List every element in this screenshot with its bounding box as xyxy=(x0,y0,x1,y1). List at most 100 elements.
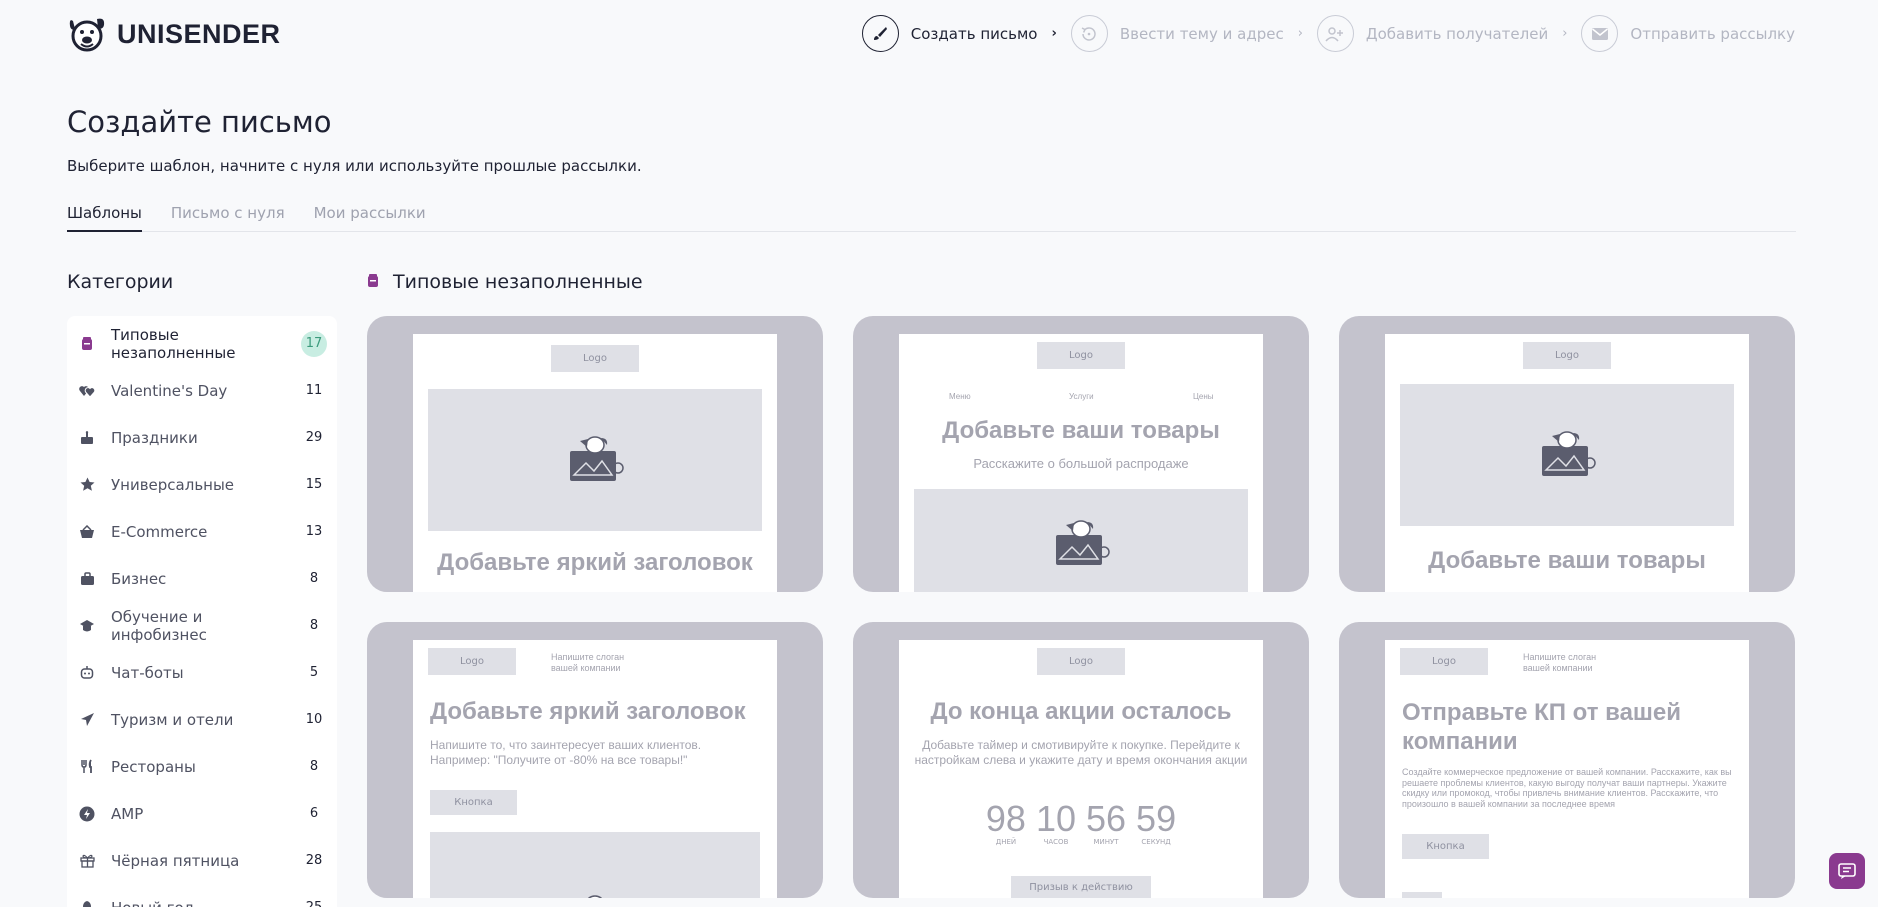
category-label: Чёрная пятница xyxy=(111,851,240,870)
category-item[interactable]: AMP 6 xyxy=(67,790,337,837)
category-count: 17 xyxy=(301,330,327,357)
category-item[interactable]: Типовые незаполненные 17 xyxy=(67,320,337,367)
template-title: Добавьте яркий заголовок xyxy=(430,698,746,725)
dog-logo-icon xyxy=(69,18,105,52)
step-label: Добавить получателей xyxy=(1365,24,1549,43)
category-item[interactable]: Valentine's Day 11 xyxy=(67,367,337,414)
step-label: Отправить рассылку xyxy=(1630,24,1795,43)
bell-icon xyxy=(79,900,95,907)
template-card[interactable]: Logo Напишите слоган вашей компании Отпр… xyxy=(1339,622,1795,898)
template-title: Добавьте ваши товары xyxy=(942,417,1220,444)
chevron-right-icon: › xyxy=(1562,26,1568,41)
star-icon xyxy=(79,477,95,493)
template-slogan: Напишите слоган вашей компании xyxy=(1523,652,1597,673)
step-send-campaign[interactable]: Отправить рассылку xyxy=(1581,15,1795,52)
template-card[interactable]: Logo Меню Услуги Цены Добавьте ваши това… xyxy=(853,316,1309,592)
image-placeholder xyxy=(430,832,760,898)
logo-placeholder: Logo xyxy=(428,648,516,675)
category-label: Туризм и отели xyxy=(111,710,234,729)
image-placeholder-icon xyxy=(1542,431,1596,476)
tab-my-campaigns[interactable]: Мои рассылки xyxy=(314,204,426,231)
logo-placeholder: Logo xyxy=(1037,342,1125,369)
template-button: Кнопка xyxy=(430,790,517,815)
logo-placeholder: Logo xyxy=(1037,648,1125,675)
chat-button[interactable] xyxy=(1829,853,1865,889)
categories-list: Типовые незаполненные 17 Valentine's Day… xyxy=(67,316,337,907)
add-user-icon xyxy=(1316,15,1354,52)
page-subtitle: Выберите шаблон, начните с нуля или испо… xyxy=(67,157,642,175)
template-card[interactable]: Logo До конца акции осталось Добавьте та… xyxy=(853,622,1309,898)
category-label: Бизнес xyxy=(111,569,167,588)
chevron-right-icon: › xyxy=(1297,26,1303,41)
logo-placeholder: Logo xyxy=(551,345,639,372)
category-count: 25 xyxy=(301,895,327,907)
category-item[interactable]: Рестораны 8 xyxy=(67,743,337,790)
template-preview: Logo Напишите слоган вашей компании Отпр… xyxy=(1385,640,1749,898)
menu-link: Услуги xyxy=(1069,392,1094,401)
step-label: Создать письмо xyxy=(910,24,1038,43)
category-item[interactable]: Туризм и отели 10 xyxy=(67,696,337,743)
graduation-cap-icon xyxy=(79,618,95,634)
amp-bolt-icon xyxy=(79,806,95,822)
template-card[interactable]: Logo Добавьте яркий заголовок xyxy=(367,316,823,592)
timer-minutes: 56 МИНУТ xyxy=(1086,798,1127,847)
wizard-steps: Создать письмо › Ввести тему и адрес › Д… xyxy=(861,15,1795,52)
category-count: 8 xyxy=(309,571,319,586)
timer-seconds: 59 СЕКУНД xyxy=(1136,798,1177,847)
step-create-letter[interactable]: Создать письмо xyxy=(861,15,1038,52)
template-preview: Logo Напишите слоган вашей компании Доба… xyxy=(413,640,777,898)
gift-icon xyxy=(79,853,95,869)
category-label: Valentine's Day xyxy=(111,381,228,400)
category-item[interactable]: Новый год 25 xyxy=(67,884,337,907)
template-card[interactable]: Logo Напишите слоган вашей компании Доба… xyxy=(367,622,823,898)
bookmark-icon xyxy=(79,336,95,352)
category-item[interactable]: E-Commerce 13 xyxy=(67,508,337,555)
image-placeholder xyxy=(428,389,762,531)
chevron-right-icon: › xyxy=(1051,26,1057,41)
category-count: 29 xyxy=(305,430,323,445)
category-item[interactable]: Чёрная пятница 28 xyxy=(67,837,337,884)
timer-days: 98 ДНЕЙ xyxy=(985,798,1026,847)
tab-from-scratch[interactable]: Письмо с нуля xyxy=(171,204,285,231)
category-label: Типовые незаполненные xyxy=(111,325,236,362)
template-preview: Logo До конца акции осталось Добавьте та… xyxy=(899,640,1263,898)
category-item[interactable]: Универсальные 15 xyxy=(67,461,337,508)
template-preview: Logo Добавьте ваши товары xyxy=(1385,334,1749,592)
category-count: 8 xyxy=(309,618,319,633)
template-button: Кнопка xyxy=(1402,834,1489,859)
template-title: До конца акции осталось xyxy=(930,698,1232,725)
logo-placeholder: Logo xyxy=(1523,342,1611,369)
template-title: Отправьте КП от вашей компании xyxy=(1402,699,1682,755)
category-label: Новый год xyxy=(111,899,301,907)
category-item[interactable]: Обучение и инфобизнес 8 xyxy=(67,602,337,649)
cutlery-icon xyxy=(79,759,95,775)
step-subject-address[interactable]: Ввести тему и адрес xyxy=(1070,15,1284,52)
section-heading: Типовые незаполненные xyxy=(367,271,643,293)
image-placeholder-icon xyxy=(1056,520,1110,565)
template-title: Добавьте ваши товары xyxy=(1428,547,1706,574)
image-placeholder-icon xyxy=(587,895,603,898)
menu-link: Меню xyxy=(949,392,971,401)
tab-templates[interactable]: Шаблоны xyxy=(67,204,142,232)
category-label: Обучение и инфобизнес xyxy=(111,607,207,644)
brand-logo[interactable]: UNISENDER xyxy=(67,15,281,53)
category-item[interactable]: Праздники 29 xyxy=(67,414,337,461)
cake-icon xyxy=(79,430,95,446)
image-placeholder-icon xyxy=(570,436,624,481)
airplane-icon xyxy=(79,712,95,728)
category-item[interactable]: Чат-боты 5 xyxy=(67,649,337,696)
template-card[interactable]: Logo Добавьте ваши товары xyxy=(1339,316,1795,592)
image-placeholder xyxy=(1402,892,1442,898)
template-slogan: Напишите слоган вашей компании xyxy=(551,652,625,673)
step-add-recipients[interactable]: Добавить получателей xyxy=(1316,15,1549,52)
category-label: Праздники xyxy=(111,428,198,447)
countdown-timer: 98 ДНЕЙ 10 ЧАСОВ 56 МИНУТ 59 СЕКУНД xyxy=(899,798,1263,847)
category-label: AMP xyxy=(111,804,144,823)
brush-icon xyxy=(861,15,899,52)
category-item[interactable]: Бизнес 8 xyxy=(67,555,337,602)
briefcase-icon xyxy=(79,571,95,587)
category-count: 28 xyxy=(305,853,323,868)
brand-name: UNISENDER xyxy=(117,18,281,49)
template-button: Призыв к действию xyxy=(1011,876,1151,898)
category-count: 15 xyxy=(305,477,323,492)
